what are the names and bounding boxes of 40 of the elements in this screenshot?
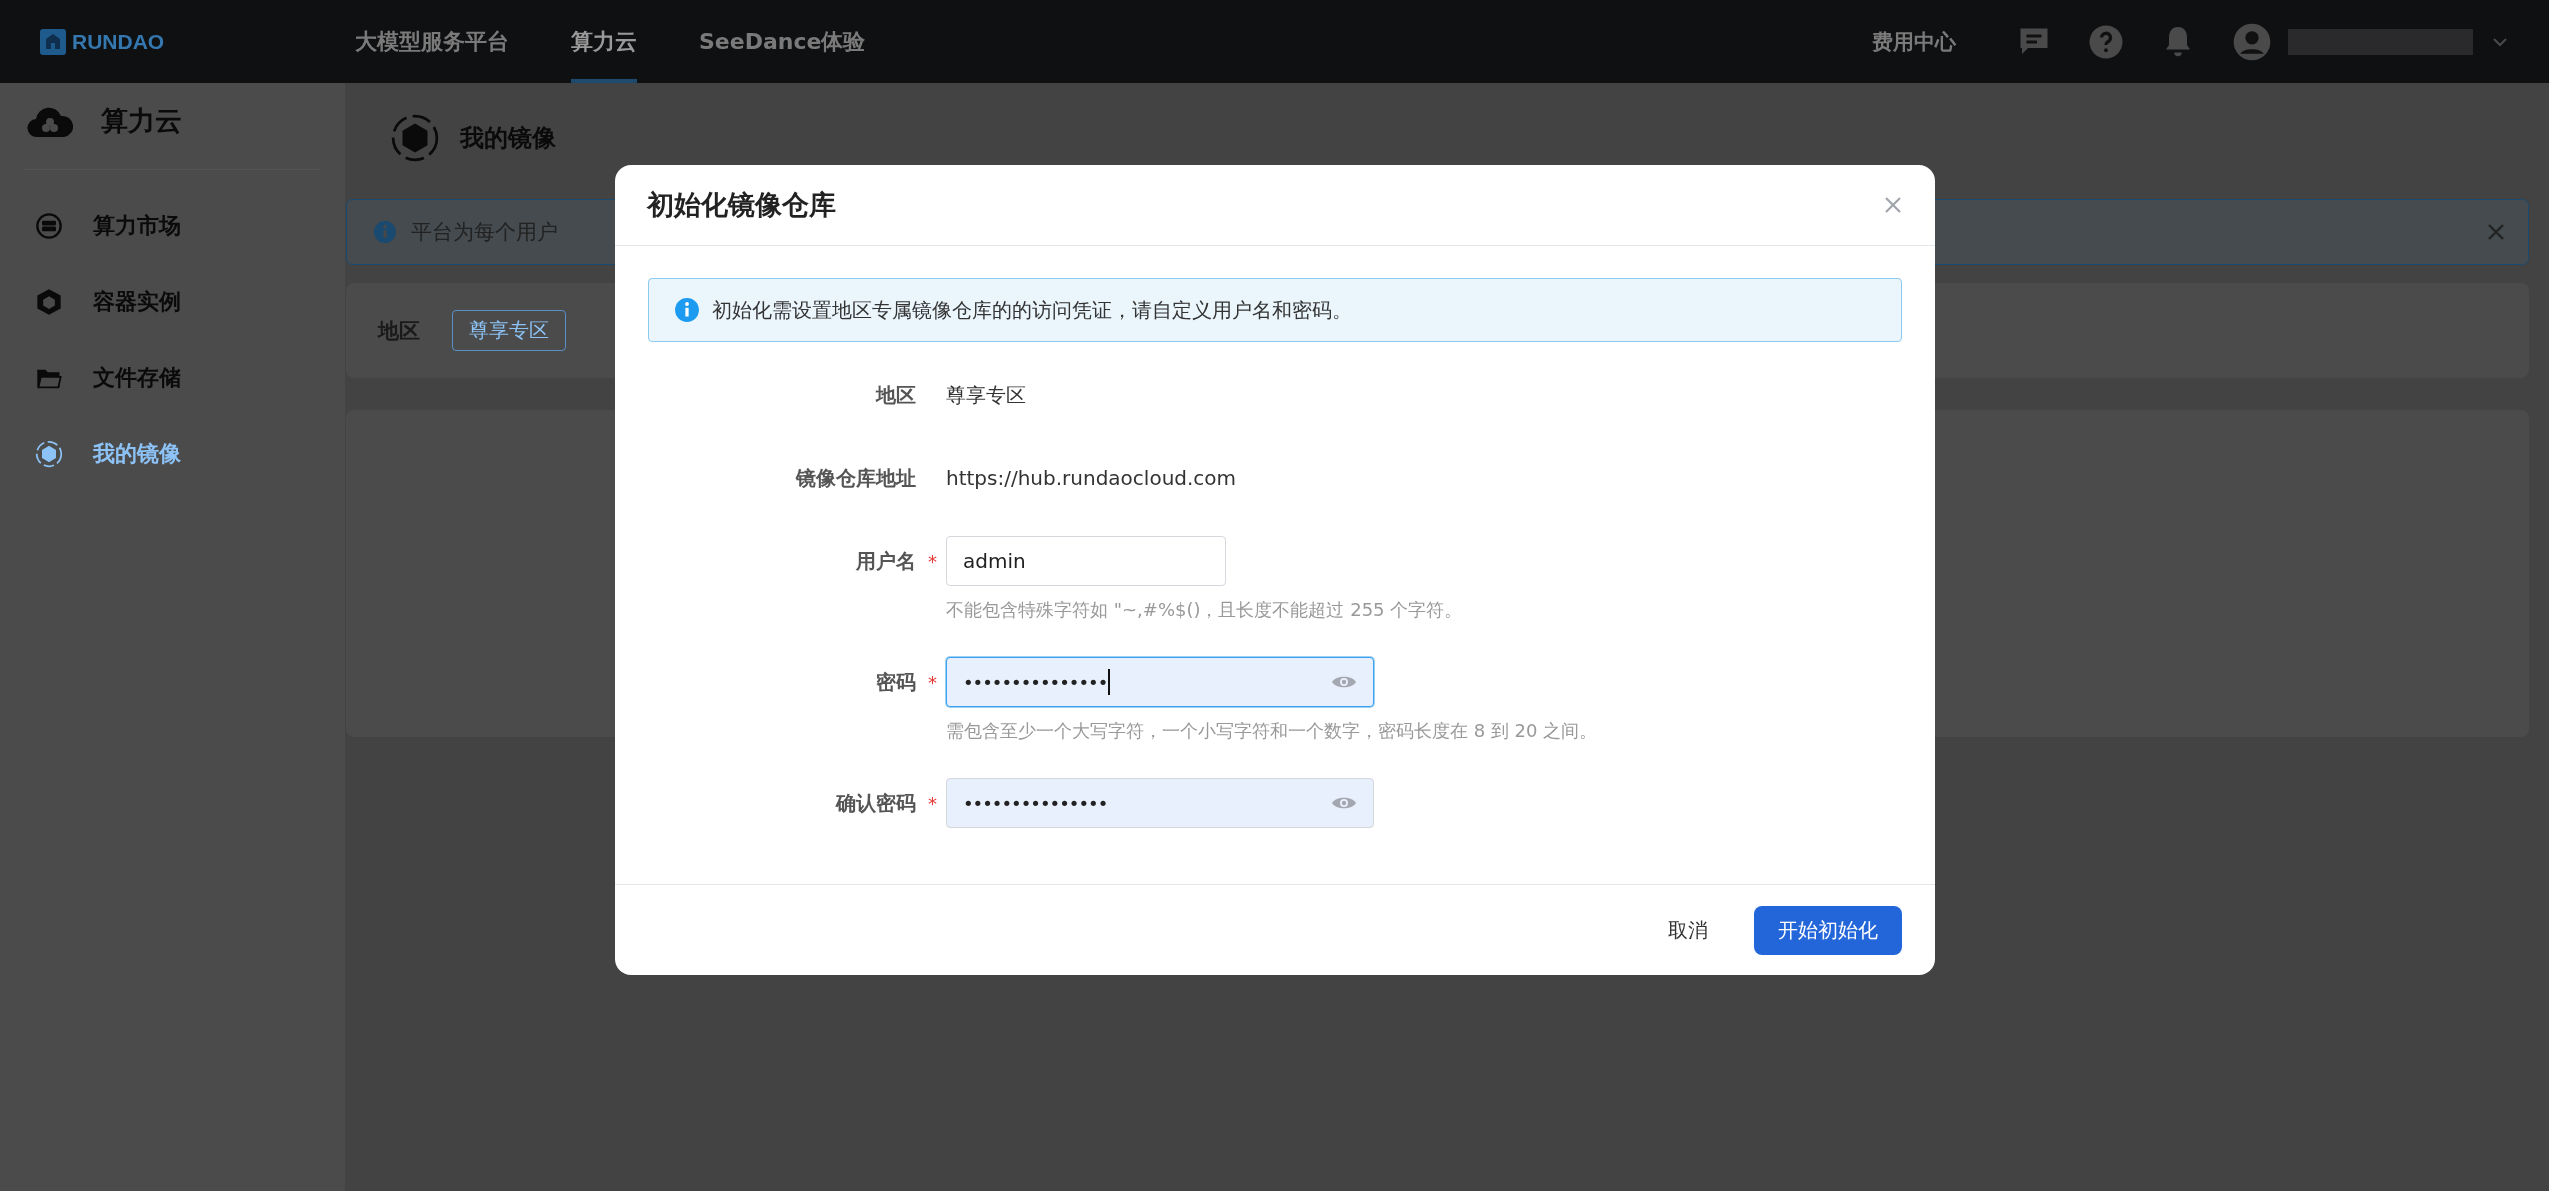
password-field[interactable]: ••••••••••••••• — [946, 657, 1374, 707]
chevron-down-icon[interactable] — [2491, 35, 2509, 48]
page-title: 我的镜像 — [460, 123, 556, 154]
logo-text: RUNDAO — [72, 29, 165, 54]
logo-icon — [40, 28, 66, 55]
field-hint: 需包含至少一个大写字符，一个小写字符和一个数字，密码长度在 8 到 20 之间。 — [946, 719, 1598, 743]
avatar-icon[interactable] — [2232, 21, 2272, 62]
server-icon — [35, 212, 63, 240]
start-button[interactable]: 开始初始化 — [1754, 905, 1902, 955]
info-icon — [674, 297, 700, 323]
billing-link[interactable]: 费用中心 — [1872, 27, 1956, 56]
info-text: 初始化需设置地区专属镜像仓库的的访问凭证，请自定义用户名和密码。 — [712, 296, 1352, 324]
field-label: 密码 — [876, 668, 916, 696]
help-icon[interactable] — [2088, 23, 2124, 60]
close-icon[interactable] — [2486, 222, 2506, 242]
required-mark: * — [928, 550, 938, 572]
sidebar-title: 算力云 — [101, 104, 182, 138]
box-icon — [390, 113, 440, 163]
close-icon[interactable] — [1883, 195, 1903, 215]
field-label: 用户名 — [856, 547, 916, 575]
info-icon — [373, 220, 397, 244]
nav-tab[interactable]: 大模型服务平台 — [355, 0, 509, 83]
field-value: 尊享专区 — [946, 382, 1026, 409]
input-field[interactable]: admin — [946, 536, 1226, 586]
region-option[interactable]: 尊享专区 — [452, 310, 566, 351]
hexagon-icon — [35, 288, 63, 316]
field-label: 地区 — [876, 381, 916, 409]
field-label: 镜像仓库地址 — [796, 464, 916, 492]
nav-tab[interactable]: 算力云 — [571, 0, 637, 83]
nav-tab[interactable]: SeeDance体验 — [699, 0, 866, 83]
cancel-button[interactable]: 取消 — [1648, 904, 1728, 956]
sidebar-item[interactable]: 我的镜像 — [25, 416, 320, 492]
required-mark: * — [928, 671, 938, 693]
password-field[interactable]: ••••••••••••••• — [946, 778, 1374, 828]
box-icon — [35, 440, 63, 468]
dialog-title: 初始化镜像仓库 — [647, 188, 836, 222]
field-hint: 不能包含特殊字符如 "~,#%$()，且长度不能超过 255 个字符。 — [946, 598, 1463, 622]
field-label: 确认密码 — [836, 789, 916, 817]
required-mark: * — [928, 792, 938, 814]
field-value: https://hub.rundaocloud.com — [946, 465, 1237, 492]
